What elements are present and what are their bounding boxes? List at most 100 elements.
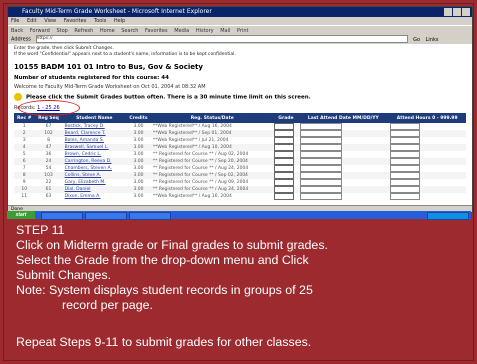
credits-cell: 3.00 bbox=[126, 186, 151, 193]
grade-dropdown[interactable] bbox=[273, 151, 294, 158]
student-name-cell[interactable]: Dixon, Emma A. bbox=[63, 193, 126, 200]
col-last-attend: Last Attend Date MM/DD/YY bbox=[298, 113, 389, 123]
last-attend-input[interactable] bbox=[300, 144, 343, 151]
taskbar-item[interactable] bbox=[129, 212, 171, 220]
last-attend-cell bbox=[298, 158, 389, 165]
attend-hours-input[interactable] bbox=[390, 144, 421, 151]
menu-help[interactable]: Help bbox=[114, 18, 125, 24]
rec-cell: 7 bbox=[22, 166, 26, 171]
rec-cell: 1 bbox=[22, 124, 26, 129]
last-attend-input[interactable] bbox=[300, 151, 343, 158]
start-button[interactable]: start bbox=[7, 211, 35, 219]
page-content: Enter the grade, then click Submit Chang… bbox=[8, 44, 472, 212]
grade-cell bbox=[273, 151, 299, 158]
close-icon[interactable] bbox=[462, 8, 470, 16]
grade-cell bbox=[273, 186, 299, 193]
grade-dropdown[interactable] bbox=[273, 123, 294, 130]
grade-dropdown[interactable] bbox=[273, 158, 294, 165]
attend-hours-input[interactable] bbox=[390, 151, 421, 158]
credits-cell: 3.00 bbox=[133, 152, 144, 157]
menu-favorites[interactable]: Favorites bbox=[64, 18, 87, 24]
reg-seq-cell: 54 bbox=[45, 166, 52, 171]
grade-dropdown[interactable] bbox=[273, 137, 294, 144]
student-name-cell[interactable]: Beard, Clarence T. bbox=[62, 130, 127, 137]
grade-dropdown[interactable] bbox=[273, 193, 294, 200]
attend-hours-input[interactable] bbox=[390, 130, 421, 137]
repeat-instruction: Repeat Steps 9-11 to submit grades for o… bbox=[16, 335, 312, 349]
last-attend-cell bbox=[298, 123, 388, 130]
credits-cell: 3.00 bbox=[126, 130, 151, 137]
col-grade: Grade bbox=[273, 113, 299, 123]
attend-hours-input[interactable] bbox=[390, 137, 421, 144]
last-attend-cell bbox=[298, 179, 388, 186]
taskbar-item[interactable] bbox=[85, 212, 127, 220]
attend-hours-input[interactable] bbox=[390, 158, 421, 165]
warning-icon bbox=[14, 93, 22, 101]
last-attend-input[interactable] bbox=[300, 137, 343, 144]
menu-file[interactable]: File bbox=[11, 18, 19, 24]
grade-dropdown[interactable] bbox=[273, 130, 294, 137]
rec-cell: 5 bbox=[22, 152, 26, 157]
col-credits: Credits bbox=[126, 113, 151, 123]
step-instructions: STEP 11 Click on Midterm grade or Final … bbox=[16, 223, 472, 313]
reg-status-cell: ** Registered for Course ** / Aug 24, 20… bbox=[152, 166, 249, 171]
grade-dropdown[interactable] bbox=[273, 144, 294, 151]
table-header-row: Rec # Reg Seq Student Name Credits Reg. … bbox=[14, 113, 466, 123]
grade-dropdown[interactable] bbox=[273, 172, 294, 179]
address-input[interactable]: https:// bbox=[35, 35, 408, 43]
attend-hours-input[interactable] bbox=[390, 193, 421, 200]
last-attend-input[interactable] bbox=[300, 193, 343, 200]
grade-cell bbox=[273, 137, 299, 144]
grade-dropdown[interactable] bbox=[273, 179, 294, 186]
student-name-cell[interactable]: Bostick, Tracey D. bbox=[63, 123, 126, 130]
rec-cell: 11 bbox=[21, 194, 28, 199]
rec-cell: 3 bbox=[22, 138, 26, 143]
attend-hours-input[interactable] bbox=[390, 172, 421, 179]
last-attend-input[interactable] bbox=[300, 172, 343, 179]
attend-hours-input[interactable] bbox=[390, 165, 421, 172]
attend-hours-input[interactable] bbox=[390, 186, 421, 193]
attend-hours-cell bbox=[388, 137, 466, 144]
table-row: 6 24 Carrington, Reeva D. 3.00 ** Registered… bbox=[14, 158, 466, 165]
table-row: 7 54 Chambers, Steven A. 3.00 ** Registered … bbox=[14, 165, 466, 172]
menu-view[interactable]: View bbox=[44, 18, 56, 24]
last-attend-cell bbox=[298, 172, 389, 179]
reg-status-cell: **Web Registered** / Jul 21, 2004 bbox=[152, 138, 229, 143]
student-name-cell[interactable]: Carrington, Reeva D. bbox=[62, 158, 127, 165]
attend-hours-cell bbox=[388, 179, 466, 186]
taskbar-item[interactable] bbox=[41, 212, 83, 220]
student-name-cell[interactable]: Braswell, Samuel L. bbox=[62, 144, 127, 151]
maximize-icon[interactable] bbox=[453, 8, 461, 16]
grade-cell bbox=[273, 144, 299, 151]
last-attend-input[interactable] bbox=[300, 179, 343, 186]
student-name-cell[interactable]: Brown, Cedric L. bbox=[63, 151, 126, 158]
grade-dropdown[interactable] bbox=[273, 186, 294, 193]
grade-cell bbox=[273, 123, 299, 130]
table-row: 8 103 Collins, Steve A. 3.00 ** Registered f… bbox=[14, 172, 466, 179]
last-attend-input[interactable] bbox=[300, 186, 343, 193]
grade-cell bbox=[273, 172, 299, 179]
attend-hours-input[interactable] bbox=[390, 179, 421, 186]
instruction-line: Select the Grade from the drop-down menu… bbox=[16, 253, 309, 267]
reg-status-cell: **Web Registered** / Aug 16, 2004 bbox=[152, 194, 232, 199]
rec-cell: 2 bbox=[14, 130, 35, 137]
grade-cell bbox=[273, 193, 299, 200]
minimize-icon[interactable] bbox=[444, 8, 452, 16]
grade-cell bbox=[273, 179, 299, 186]
menu-edit[interactable]: Edit bbox=[27, 18, 37, 24]
last-attend-input[interactable] bbox=[300, 123, 343, 130]
reg-status-cell: ** Registered for Course ** / Sep 20, 20… bbox=[150, 158, 274, 165]
grade-dropdown[interactable] bbox=[273, 165, 294, 172]
student-name-cell[interactable]: Gary, Elizabeth M. bbox=[63, 179, 126, 186]
last-attend-input[interactable] bbox=[300, 130, 343, 137]
student-name-cell[interactable]: Collins, Steve A. bbox=[62, 172, 127, 179]
last-attend-input[interactable] bbox=[300, 165, 343, 172]
attend-hours-input[interactable] bbox=[390, 123, 421, 130]
student-name-cell[interactable]: Dial, Daniel bbox=[62, 186, 127, 193]
student-name-cell[interactable]: Chambers, Steven A. bbox=[63, 165, 126, 172]
table-row: 3 8 Boles, Amanda S. 3.00 **Web Registered**… bbox=[14, 137, 466, 144]
student-name-cell[interactable]: Boles, Amanda S. bbox=[63, 137, 126, 144]
last-attend-input[interactable] bbox=[300, 158, 343, 165]
reg-seq-cell: 22 bbox=[45, 180, 52, 185]
menu-tools[interactable]: Tools bbox=[94, 18, 106, 24]
